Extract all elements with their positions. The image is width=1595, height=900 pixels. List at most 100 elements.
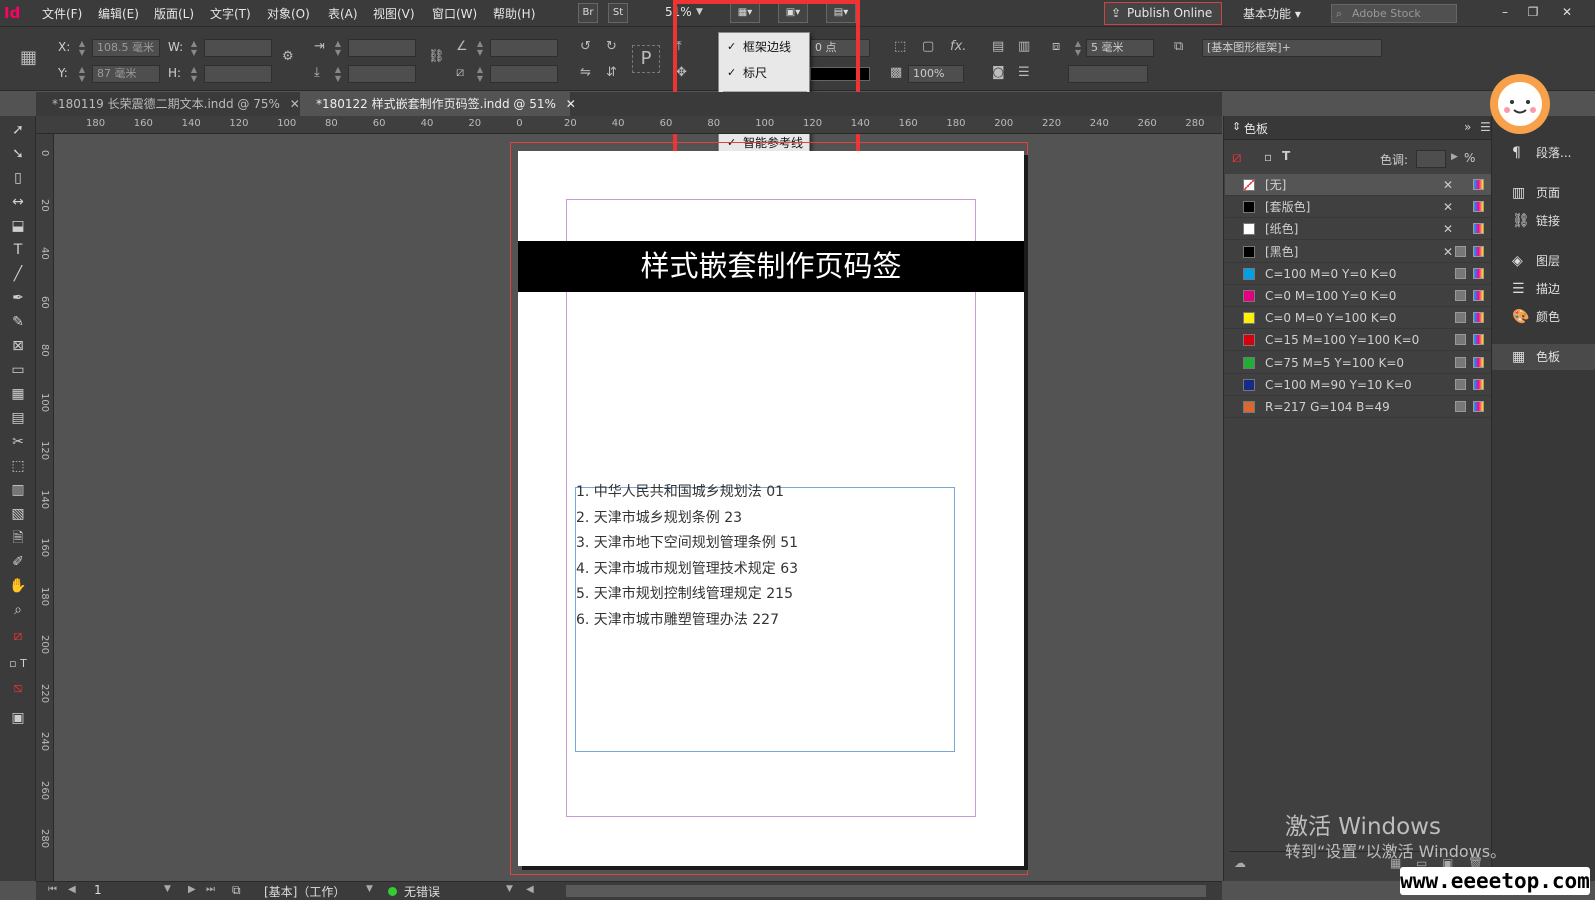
wrap-jump-icon[interactable]: ☰ xyxy=(1018,65,1030,80)
tab-document-1[interactable]: *180119 长荣震德二期文本.indd @ 75% ✕ xyxy=(36,92,300,116)
reference-point-icon[interactable]: ▦ xyxy=(20,47,37,68)
page-tool-icon[interactable]: ▯ xyxy=(6,168,30,188)
pencil-tool-icon[interactable]: ✎ xyxy=(6,312,30,332)
scale-y-field[interactable] xyxy=(348,65,416,83)
grid-tool-icon[interactable]: ▤ xyxy=(6,408,30,428)
paragraph-icon[interactable]: P xyxy=(632,45,660,73)
last-page-icon[interactable]: ⏭ xyxy=(206,884,215,895)
document-status-icon[interactable]: ⧉ xyxy=(232,883,241,898)
flip-horizontal-icon[interactable]: ⇋ xyxy=(580,65,591,80)
constrain-proportions-icon[interactable]: ⚙ xyxy=(282,49,294,64)
page-number-field[interactable]: 1 xyxy=(94,883,102,897)
menu-item[interactable]: 帮助(H) xyxy=(493,5,535,22)
minimize-button[interactable]: – xyxy=(1494,3,1516,21)
frame-fill-icon[interactable]: ⬚ xyxy=(894,39,906,54)
shear-field[interactable] xyxy=(490,65,558,83)
vertical-ruler[interactable]: 0 20 40 60 80 100 120 140 160 180 200 220 240 260 280 xyxy=(36,134,54,881)
scale-x-field[interactable] xyxy=(348,39,416,57)
toc-text-frame[interactable]: 1. 中华人民共和国城乡规划法 01 2. 天津市城乡规划条例 23 3. 天津市地… xyxy=(575,484,955,752)
publish-online-button[interactable]: ⇪ Publish Online xyxy=(1104,2,1222,25)
opacity-field[interactable]: 100% xyxy=(908,65,964,83)
shear-stepper[interactable]: ▲ ▼ xyxy=(474,65,486,83)
direct-selection-tool-icon[interactable]: ➘ xyxy=(6,144,30,164)
w-stepper[interactable]: ▲ ▼ xyxy=(188,39,200,57)
fill-stroke-icon[interactable]: ⧄ xyxy=(6,626,30,646)
h-stepper[interactable]: ▲ ▼ xyxy=(188,65,200,83)
rectangle-frame-tool-icon[interactable]: ⊠ xyxy=(6,336,30,356)
gradient-feather-tool-icon[interactable]: ▧ xyxy=(6,504,30,524)
dock-item[interactable]: ▥ 页面 xyxy=(1492,180,1595,206)
close-tab-icon[interactable]: ✕ xyxy=(290,97,300,111)
text-wrap-icon[interactable]: ▤ xyxy=(992,39,1004,54)
x-stepper[interactable]: ▲ ▼ xyxy=(76,39,88,57)
gap-tool-icon[interactable]: ↔ xyxy=(6,192,30,212)
preflight-status[interactable]: 无错误 xyxy=(404,883,440,900)
menu-item[interactable]: 窗口(W) xyxy=(432,5,477,22)
bridge-button[interactable]: Br xyxy=(578,3,598,23)
selection-tool-icon[interactable]: ➚ xyxy=(6,120,30,140)
table-tool-icon[interactable]: ▦ xyxy=(6,384,30,404)
toc-entry[interactable]: 6. 天津市城市雕塑管理办法 227 xyxy=(576,609,779,629)
swatch-row[interactable]: C=100 M=0 Y=0 K=0 xyxy=(1225,263,1491,285)
menu-item[interactable]: 编辑(E) xyxy=(98,5,139,22)
toc-entry[interactable]: 2. 天津市城乡规划条例 23 xyxy=(576,507,742,527)
rotate-ccw-icon[interactable]: ↺ xyxy=(580,39,591,54)
eyedropper-tool-icon[interactable]: ✐ xyxy=(6,552,30,572)
w-field[interactable] xyxy=(204,39,272,57)
swatch-row[interactable]: C=100 M=90 Y=10 K=0 xyxy=(1225,374,1491,396)
preflight-dropdown-icon[interactable]: ▼ xyxy=(506,884,513,894)
corner-shape-field[interactable] xyxy=(1068,65,1148,83)
swatch-row[interactable]: R=217 G=104 B=49 xyxy=(1225,396,1491,418)
dock-item[interactable]: ▦ 色板 xyxy=(1492,344,1595,370)
swatch-row[interactable]: [纸色] ✕ xyxy=(1225,218,1491,241)
menu-item[interactable]: 对象(O) xyxy=(267,5,310,22)
stock-button[interactable]: St xyxy=(608,3,628,23)
apply-none-icon[interactable]: ⧅ xyxy=(6,678,30,698)
scale-y-stepper[interactable]: ▲ ▼ xyxy=(332,65,344,83)
menu-item[interactable]: 文件(F) xyxy=(42,5,82,22)
cloud-icon[interactable]: ☁ xyxy=(1234,856,1246,870)
workspace-switcher[interactable]: 基本功能 ▾ xyxy=(1243,5,1301,22)
y-stepper[interactable]: ▲ ▼ xyxy=(76,65,88,83)
close-button[interactable]: ✕ xyxy=(1556,3,1578,21)
scale-x-stepper[interactable]: ▲ ▼ xyxy=(332,39,344,57)
x-field[interactable]: 108.5 毫米 xyxy=(92,39,160,57)
drop-shadow-icon[interactable]: ▢ xyxy=(922,39,934,54)
y-field[interactable]: 87 毫米 xyxy=(92,65,160,83)
rotate-cw-icon[interactable]: ↻ xyxy=(606,39,617,54)
menu-item[interactable]: 表(A) xyxy=(328,5,358,22)
note-tool-icon[interactable]: 🗎 xyxy=(6,528,30,548)
free-transform-tool-icon[interactable]: ⬚ xyxy=(6,456,30,476)
dock-item[interactable]: ¶ 段落... xyxy=(1492,140,1595,166)
menu-item[interactable]: 视图(V) xyxy=(373,5,415,22)
close-tab-icon[interactable]: ✕ xyxy=(566,97,576,111)
tint-field[interactable] xyxy=(1416,150,1446,168)
swatch-row[interactable]: C=15 M=100 Y=100 K=0 xyxy=(1225,329,1491,352)
wrap-around-icon[interactable]: ▥ xyxy=(1018,39,1030,54)
effects-icon[interactable]: fx. xyxy=(950,39,966,54)
h-field[interactable] xyxy=(204,65,272,83)
flip-vertical-icon[interactable]: ⇵ xyxy=(606,65,617,80)
dock-item[interactable]: 🎨 颜色 xyxy=(1492,304,1595,330)
panel-expand-icon[interactable]: » xyxy=(1464,120,1471,134)
rotate-stepper[interactable]: ▲ ▼ xyxy=(474,39,486,57)
swatch-row[interactable]: C=75 M=5 Y=100 K=0 xyxy=(1225,352,1491,374)
toc-entry[interactable]: 4. 天津市城市规划管理技术规定 63 xyxy=(576,558,798,578)
page-dropdown-icon[interactable]: ▼ xyxy=(164,884,171,894)
scroll-left-icon[interactable]: ◀ xyxy=(526,884,534,895)
profile-dropdown-icon[interactable]: ▼ xyxy=(366,884,373,894)
working-profile[interactable]: [基本]（工作） xyxy=(264,883,345,900)
rotate-field[interactable] xyxy=(490,39,558,57)
swatch-row[interactable]: [无] ✕ xyxy=(1225,174,1491,196)
zoom-tool-icon[interactable]: ⌕ xyxy=(6,600,30,620)
horizontal-ruler[interactable]: 180 160 140 120 100 80 60 40 20 0 20 40 60 80 100 120 14… xyxy=(36,116,1222,134)
swatch-row[interactable]: [黑色] ✕ xyxy=(1225,241,1491,263)
swatches-panel-title[interactable]: 色板 xyxy=(1244,120,1268,137)
menu-item[interactable]: 版面(L) xyxy=(154,5,194,22)
format-text-icon[interactable]: T xyxy=(1282,149,1290,163)
link-icon[interactable]: ⛓ xyxy=(428,49,445,64)
gradient-swatch-tool-icon[interactable]: ▥ xyxy=(6,480,30,500)
object-style-select[interactable]: [基本图形框架]+ xyxy=(1202,39,1382,57)
fill-stroke-swap-icon[interactable]: ⧄ xyxy=(1232,148,1242,166)
toc-entry[interactable]: 5. 天津市规划控制线管理规定 215 xyxy=(576,583,793,603)
